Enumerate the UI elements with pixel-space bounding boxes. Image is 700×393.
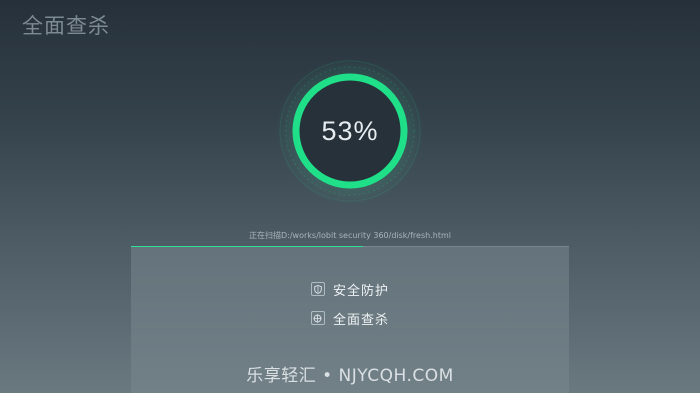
crosshair-icon	[310, 311, 325, 325]
module-full-scan[interactable]: 全面查杀	[131, 308, 569, 328]
module-label: 全面查杀	[332, 312, 389, 328]
scan-percent: 53%	[321, 116, 379, 146]
scan-progress-ring: 53%	[275, 56, 425, 206]
scan-current-file: 正在扫描D:/works/lobit security 360/disk/fre…	[249, 231, 451, 240]
watermark-text: 乐享轻汇 • NJYCQH.COM	[246, 366, 454, 386]
shield-icon	[310, 282, 325, 296]
page-title: 全面查杀	[22, 14, 110, 38]
module-security-protection[interactable]: 安全防护	[131, 279, 569, 299]
module-label: 安全防护	[332, 283, 389, 299]
